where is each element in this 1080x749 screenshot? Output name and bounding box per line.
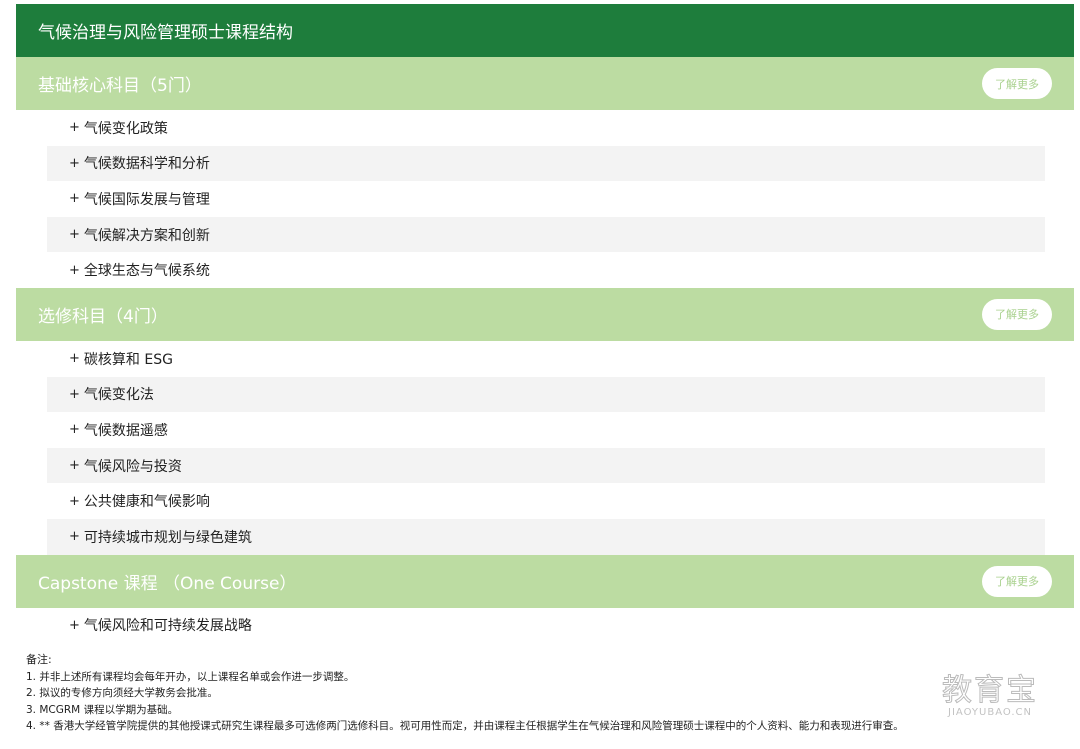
plus-icon: + — [69, 262, 80, 278]
course-item: + 气候风险与投资 — [47, 447, 1045, 484]
plus-icon: + — [69, 227, 80, 243]
page-title: 气候治理与风险管理硕士课程结构 — [38, 23, 293, 43]
course-label: 气候风险与投资 — [83, 458, 182, 475]
section-header-electives: 选修科目（4门） 了解更多 — [16, 287, 1074, 341]
section-header-core: 基础核心科目（5门） 了解更多 — [16, 57, 1074, 110]
course-label: 气候风险和可持续发展战略 — [83, 618, 252, 635]
section-title: 选修科目（4门） — [38, 306, 168, 327]
learn-more-button[interactable]: 了解更多 — [982, 68, 1052, 99]
plus-icon: + — [69, 155, 80, 171]
note-item: 4. ** 香港大学经管学院提供的其他授课式研究生课程最多可选修两门选修科目。视… — [26, 720, 904, 732]
course-item: + 气候数据遥感 — [47, 412, 1045, 448]
course-label: 气候变化法 — [83, 387, 154, 404]
course-label: 可持续城市规划与绿色建筑 — [83, 529, 252, 546]
course-item: + 全球生态与气候系统 — [47, 252, 1045, 288]
course-label: 气候变化政策 — [83, 120, 168, 137]
course-label: 气候数据科学和分析 — [83, 156, 210, 173]
course-label: 气候数据遥感 — [83, 422, 168, 439]
course-label: 碳核算和 ESG — [83, 351, 173, 368]
learn-more-button[interactable]: 了解更多 — [982, 298, 1052, 330]
section-header-capstone: Capstone 课程 （One Course） 了解更多 — [16, 554, 1074, 608]
plus-icon: + — [69, 493, 80, 509]
learn-more-button[interactable]: 了解更多 — [982, 565, 1052, 597]
course-item: + 气候解决方案和创新 — [47, 216, 1045, 253]
plus-icon: + — [69, 617, 80, 633]
course-label: 气候解决方案和创新 — [83, 227, 210, 244]
notes-block: 备注: 1. 并非上述所有课程均会每年开办，以上课程名单或会作进一步调整。 2.… — [26, 652, 1066, 735]
course-item: + 公共健康和气候影响 — [47, 483, 1045, 519]
course-list-capstone: + 气候风险和可持续发展战略 — [16, 608, 1074, 644]
plus-icon: + — [69, 351, 80, 367]
plus-icon: + — [69, 120, 80, 136]
plus-icon: + — [69, 191, 80, 207]
course-item: + 碳核算和 ESG — [47, 341, 1045, 377]
plus-icon: + — [69, 529, 80, 545]
course-item: + 气候数据科学和分析 — [47, 145, 1045, 182]
course-item: + 气候国际发展与管理 — [47, 181, 1045, 217]
note-item: 3. MCGRM 课程以学期为基础。 — [26, 703, 179, 716]
course-label: 气候国际发展与管理 — [83, 191, 210, 208]
notes-title: 备注: — [26, 653, 52, 666]
plus-icon: + — [69, 422, 80, 438]
plus-icon: + — [69, 458, 80, 474]
note-item: 2. 拟议的专修方向须经大学教务会批准。 — [26, 687, 218, 699]
section-title: Capstone 课程 （One Course） — [38, 573, 297, 594]
section-title: 基础核心科目（5门） — [38, 76, 202, 96]
course-item: + 气候风险和可持续发展战略 — [47, 608, 1045, 644]
course-item: + 可持续城市规划与绿色建筑 — [47, 518, 1045, 555]
course-item: + 气候变化政策 — [47, 110, 1045, 146]
note-item: 1. 并非上述所有课程均会每年开办，以上课程名单或会作进一步调整。 — [26, 670, 355, 683]
course-item: + 气候变化法 — [47, 376, 1045, 413]
course-label: 公共健康和气候影响 — [83, 494, 210, 511]
course-list-electives: + 碳核算和 ESG + 气候变化法 + 气候数据遥感 + 气候风险与投资 + 公共健康和… — [16, 341, 1074, 555]
plus-icon: + — [69, 386, 80, 402]
page-title-bar: 气候治理与风险管理硕士课程结构 — [16, 4, 1074, 57]
course-list-core: + 气候变化政策 + 气候数据科学和分析 + 气候国际发展与管理 + 气候解决方案和创新… — [16, 110, 1074, 288]
curriculum-panel: 气候治理与风险管理硕士课程结构 基础核心科目（5门） 了解更多 + 气候变化政策 … — [16, 4, 1074, 643]
course-label: 全球生态与气候系统 — [83, 263, 210, 280]
